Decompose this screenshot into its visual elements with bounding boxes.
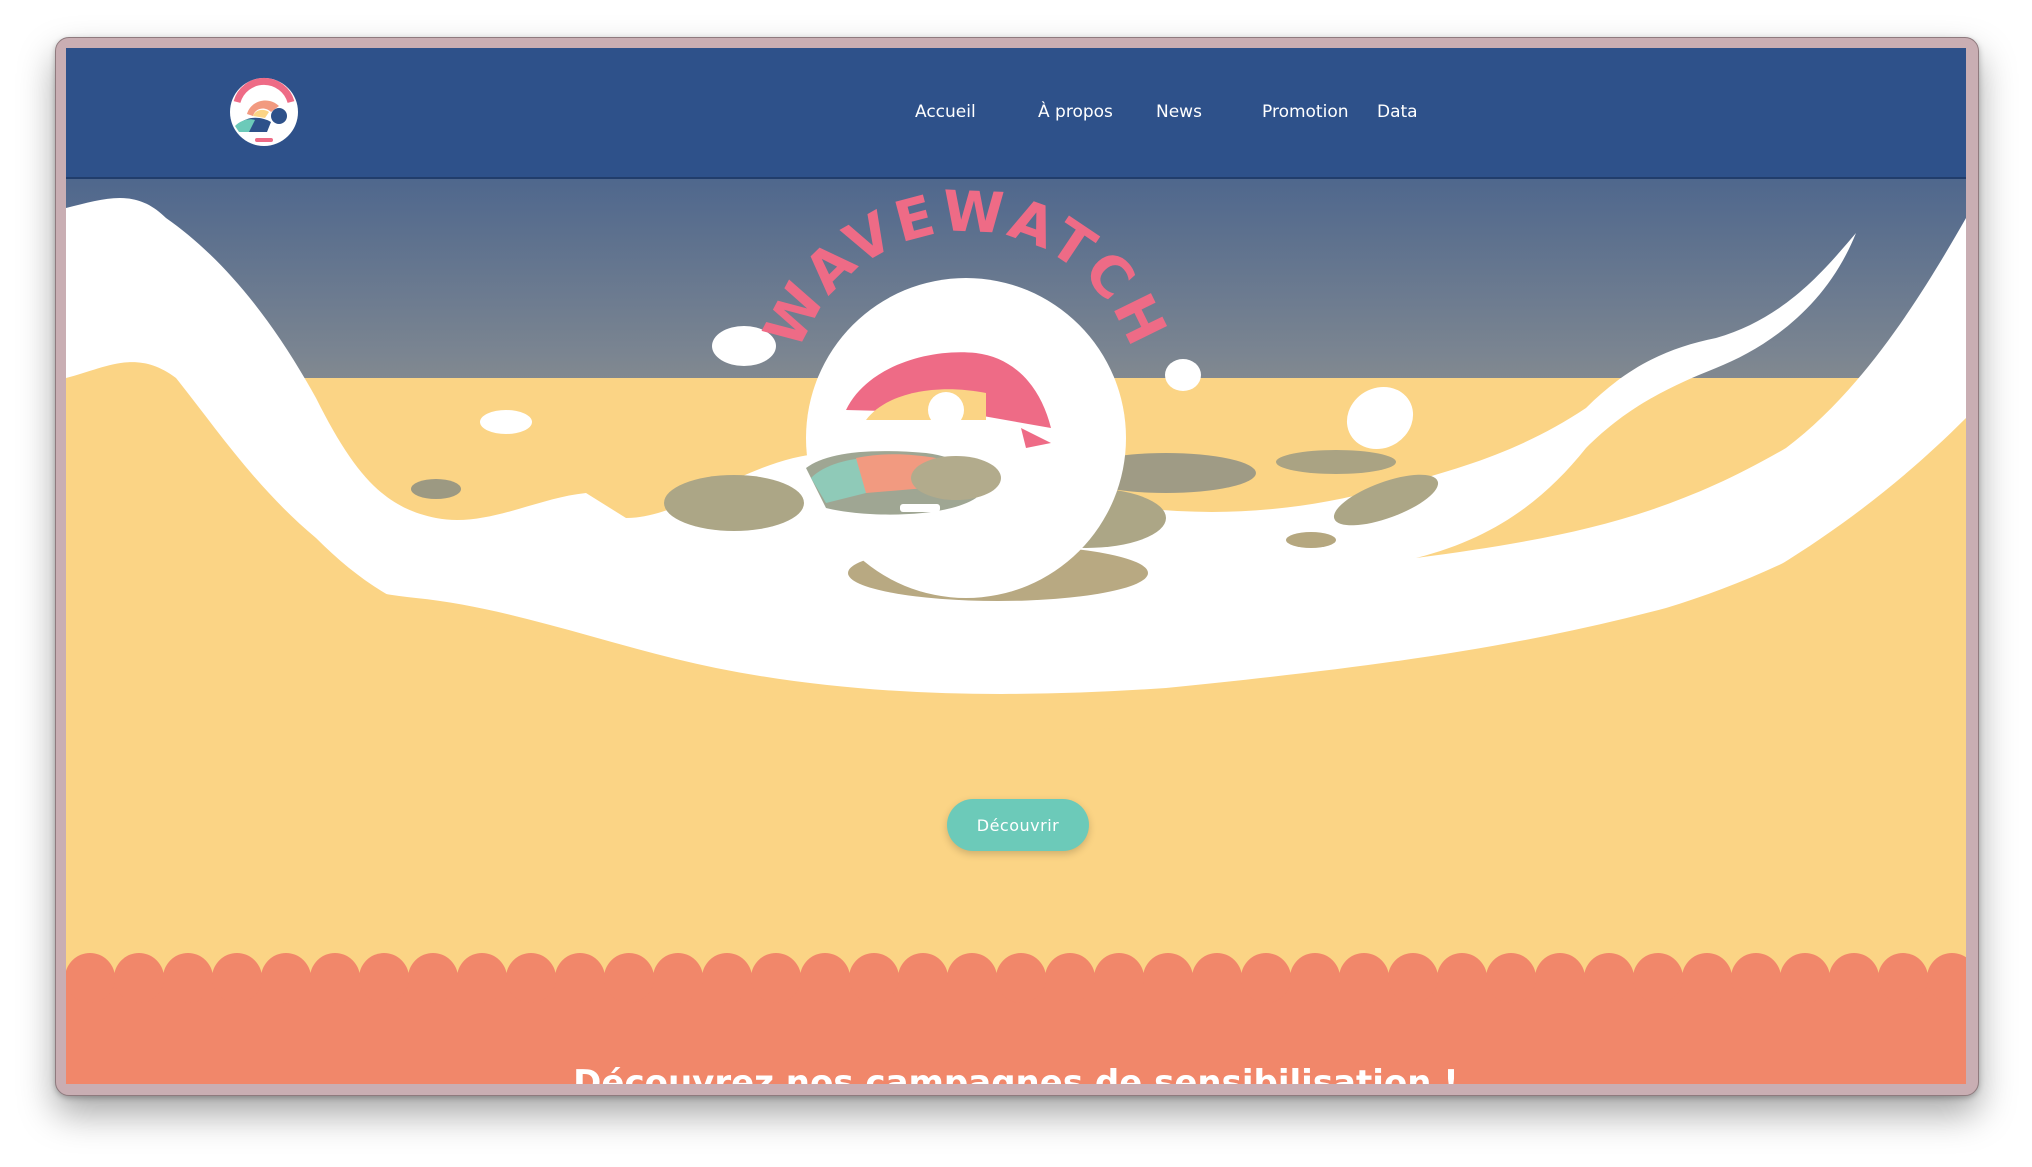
hero-section: WAVEWATCH Découvrir Découvrez nos campag… [66,48,1966,1084]
scallop [1878,953,1928,1003]
hero-illustration: WAVEWATCH [66,48,1966,1084]
scallop [114,953,164,1003]
scallop [506,953,556,1003]
scallop [310,953,360,1003]
scallop [1045,953,1095,1003]
site-logo[interactable] [221,66,307,152]
scallop [1584,953,1634,1003]
scallop [1486,953,1536,1003]
nav-news[interactable]: News [1156,102,1202,122]
discover-button[interactable]: Découvrir [947,799,1089,851]
navbar: Accueil À propos News Promotion Data [66,48,1966,179]
scallop [1290,953,1340,1003]
scallop [800,953,850,1003]
scallop [408,953,458,1003]
scallop [996,953,1046,1003]
scallop [555,953,605,1003]
scallop [1241,953,1291,1003]
scallop [1829,953,1879,1003]
scallop [653,953,703,1003]
scallop [1780,953,1830,1003]
scallop [702,953,752,1003]
scallop [1143,953,1193,1003]
scallop [1388,953,1438,1003]
scallop [1094,953,1144,1003]
page-viewport: WAVEWATCH Découvrir Découvrez nos campag… [66,48,1966,1084]
scallop [1633,953,1683,1003]
nav-a-propos[interactable]: À propos [1038,102,1113,122]
scallop [947,953,997,1003]
scallop [849,953,899,1003]
scallop [66,953,115,1003]
scallop [1339,953,1389,1003]
nav-accueil[interactable]: Accueil [915,102,976,122]
scallop [212,953,262,1003]
section-title: Découvrez nos campagnes de sensibilisati… [573,1063,1459,1084]
nav-promotion[interactable]: Promotion [1262,102,1349,122]
scallop [359,953,409,1003]
scallop [163,953,213,1003]
nav-data[interactable]: Data [1377,102,1418,122]
scallop [1437,953,1487,1003]
scallop [751,953,801,1003]
scallop [1535,953,1585,1003]
scallop [1682,953,1732,1003]
scallop [457,953,507,1003]
scallop [1731,953,1781,1003]
scallop [604,953,654,1003]
scallop [261,953,311,1003]
scallop [898,953,948,1003]
scallop [1192,953,1242,1003]
